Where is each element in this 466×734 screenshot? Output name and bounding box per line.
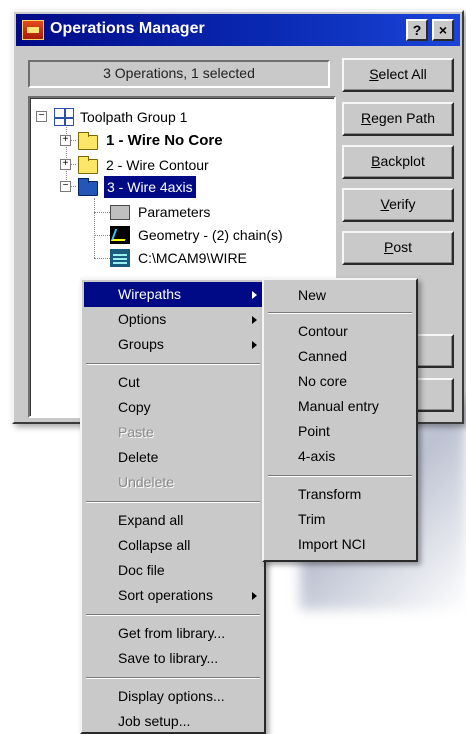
title-bar[interactable]: Operations Manager ? × — [16, 14, 460, 46]
wirepaths-submenu: New Contour Canned No core Manual entry … — [262, 278, 418, 562]
menu-separator — [86, 614, 260, 616]
submenu-arrow-icon — [252, 341, 257, 349]
submenu-item-import-nci[interactable]: Import NCI — [266, 532, 414, 557]
collapse-box[interactable]: − — [60, 181, 71, 192]
menu-item-job-setup[interactable]: Job setup... — [84, 709, 262, 734]
tree-node-op2[interactable]: + 2 - Wire Contour — [60, 154, 310, 176]
verify-button[interactable]: Verify — [342, 188, 454, 222]
menu-item-doc-file[interactable]: Doc file — [84, 558, 262, 583]
menu-item-undelete: Undelete — [118, 474, 175, 490]
tree-node-nc-file[interactable]: C:\MCAM9\WIRE — [110, 247, 320, 269]
expand-box[interactable]: + — [60, 135, 71, 146]
menu-separator — [86, 677, 260, 679]
menu-item-get-from-library[interactable]: Get from library... — [84, 621, 262, 646]
menu-item-wirepaths[interactable]: Wirepaths — [84, 282, 262, 307]
tree-label: Toolpath Group 1 — [80, 109, 188, 125]
expand-box[interactable]: + — [60, 159, 71, 170]
backplot-button[interactable]: Backplot — [342, 145, 454, 179]
menu-label: Sort operations — [118, 587, 213, 603]
tree-line — [94, 212, 110, 213]
context-menu: Wirepaths Options Groups Cut Copy Paste … — [80, 278, 266, 734]
help-button[interactable]: ? — [406, 19, 428, 41]
menu-item-cut[interactable]: Cut — [84, 370, 262, 395]
tree-label: C:\MCAM9\WIRE — [138, 250, 247, 266]
tree-label: 2 - Wire Contour — [106, 157, 209, 173]
close-button[interactable]: × — [432, 19, 454, 41]
menu-item-display-options[interactable]: Display options... — [84, 684, 262, 709]
nc-file-icon — [110, 249, 130, 267]
regen-path-button[interactable]: Regen Path — [342, 102, 454, 136]
submenu-arrow-icon — [252, 316, 257, 324]
submenu-arrow-icon — [252, 291, 257, 299]
tree-line — [94, 258, 110, 259]
open-folder-icon — [78, 178, 98, 196]
tree-label: 1 - Wire No Core — [106, 132, 223, 149]
folder-icon — [78, 132, 98, 150]
submenu-item-canned[interactable]: Canned — [266, 344, 414, 369]
app-icon — [22, 20, 44, 40]
window-title: Operations Manager — [50, 20, 205, 37]
menu-item-copy[interactable]: Copy — [84, 395, 262, 420]
parameters-icon — [110, 205, 130, 220]
menu-item-delete[interactable]: Delete — [84, 445, 262, 470]
tree-node-op3[interactable]: − 3 - Wire 4axis — [60, 176, 310, 198]
tree-line — [94, 198, 95, 258]
submenu-item-no-core[interactable]: No core — [266, 369, 414, 394]
select-all-button[interactable]: Select All — [342, 58, 454, 92]
status-field: 3 Operations, 1 selected — [28, 60, 330, 88]
menu-item-options[interactable]: Options — [84, 307, 262, 332]
folder-icon — [78, 156, 98, 174]
menu-separator — [268, 312, 412, 314]
tree-label-selected: 3 - Wire 4axis — [104, 176, 196, 198]
menu-separator — [86, 363, 260, 365]
menu-item-collapse-all[interactable]: Collapse all — [84, 533, 262, 558]
menu-label: Groups — [118, 336, 164, 352]
submenu-item-point[interactable]: Point — [266, 419, 414, 444]
tree-line — [94, 235, 110, 236]
tree-node-op1[interactable]: + 1 - Wire No Core — [60, 130, 310, 152]
menu-item-expand-all[interactable]: Expand all — [84, 508, 262, 533]
tree-node-geometry[interactable]: Geometry - (2) chain(s) — [110, 224, 330, 246]
tree-node-group[interactable]: − Toolpath Group 1 — [36, 106, 296, 128]
menu-item-paste: Paste — [118, 424, 154, 440]
menu-item-sort-operations[interactable]: Sort operations — [84, 583, 262, 608]
menu-label: Options — [118, 311, 167, 327]
submenu-arrow-icon — [252, 592, 257, 600]
menu-label: Wirepaths — [118, 286, 182, 302]
tree-label: Geometry - (2) chain(s) — [138, 227, 283, 243]
submenu-item-new[interactable]: New — [266, 283, 414, 308]
menu-item-groups[interactable]: Groups — [84, 332, 262, 357]
geometry-icon — [110, 226, 130, 244]
collapse-box[interactable]: − — [36, 111, 47, 122]
submenu-item-trim[interactable]: Trim — [266, 507, 414, 532]
post-button[interactable]: Post — [342, 231, 454, 265]
menu-separator — [268, 475, 412, 477]
tree-node-parameters[interactable]: Parameters — [110, 201, 320, 223]
submenu-item-contour[interactable]: Contour — [266, 319, 414, 344]
submenu-item-transform[interactable]: Transform — [266, 482, 414, 507]
submenu-item-manual-entry[interactable]: Manual entry — [266, 394, 414, 419]
submenu-item-4-axis[interactable]: 4-axis — [266, 444, 414, 469]
toolpath-group-icon — [54, 108, 74, 126]
menu-item-save-to-library[interactable]: Save to library... — [84, 646, 262, 671]
tree-label: Parameters — [138, 204, 211, 220]
menu-separator — [86, 501, 260, 503]
